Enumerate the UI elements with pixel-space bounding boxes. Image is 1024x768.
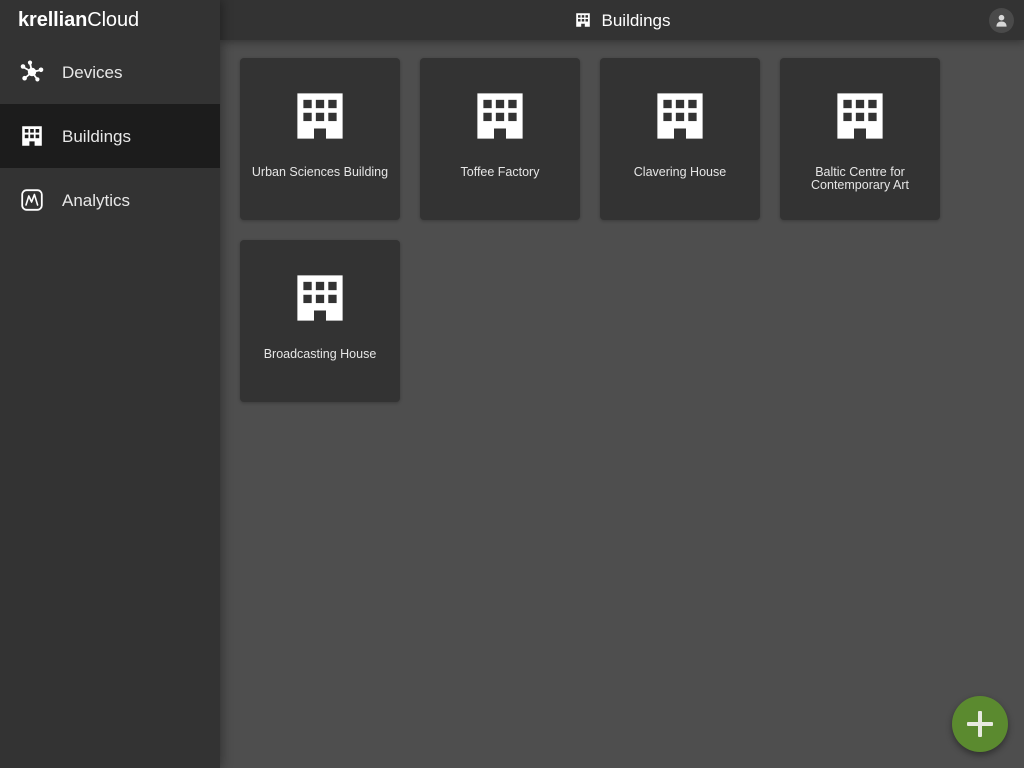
- top-header: Buildings: [220, 0, 1024, 40]
- add-building-button[interactable]: [952, 696, 1008, 752]
- page-title: Buildings: [601, 10, 671, 30]
- building-card[interactable]: Toffee Factory: [420, 58, 580, 220]
- building-icon: [290, 268, 350, 328]
- building-card-label: Broadcasting House: [263, 347, 377, 361]
- building-card[interactable]: Broadcasting House: [240, 240, 400, 402]
- building-card[interactable]: Urban Sciences Building: [240, 58, 400, 220]
- building-icon: [18, 122, 46, 150]
- app-root: krellian Cloud Devices Buildings Analyti…: [0, 0, 1024, 768]
- brand-name-strong: krellian: [18, 8, 88, 31]
- analytics-chart-icon: [18, 186, 46, 214]
- building-icon: [574, 11, 592, 29]
- building-card-label: Clavering House: [633, 165, 727, 179]
- building-card[interactable]: Baltic Centre for Contemporary Art: [780, 58, 940, 220]
- sidebar: krellian Cloud Devices Buildings Analyti…: [0, 0, 220, 768]
- brand-logo: krellian Cloud: [0, 0, 220, 40]
- sidebar-item-analytics[interactable]: Analytics: [0, 168, 220, 232]
- building-card-label: Toffee Factory: [460, 165, 540, 179]
- devices-hub-icon: [18, 58, 46, 86]
- building-icon: [830, 86, 890, 146]
- user-avatar-icon[interactable]: [989, 8, 1014, 33]
- header-title-group: Buildings: [574, 11, 671, 29]
- sidebar-item-devices[interactable]: Devices: [0, 40, 220, 104]
- sidebar-item-label-devices: Devices: [62, 62, 123, 82]
- building-icon: [650, 86, 710, 146]
- building-card-label: Urban Sciences Building: [251, 165, 389, 179]
- sidebar-item-buildings[interactable]: Buildings: [0, 104, 220, 168]
- main-content: Urban Sciences Building Toffee Factory Cla…: [220, 40, 1024, 768]
- building-card-label: Baltic Centre for Contemporary Art: [811, 165, 909, 192]
- plus-icon: [967, 711, 993, 737]
- building-icon: [470, 86, 530, 146]
- sidebar-item-label-analytics: Analytics: [62, 190, 131, 210]
- building-icon: [290, 86, 350, 146]
- buildings-grid: Urban Sciences Building Toffee Factory Cla…: [220, 40, 1004, 402]
- building-card[interactable]: Clavering House: [600, 58, 760, 220]
- sidebar-item-label-buildings: Buildings: [62, 126, 131, 146]
- brand-name-light: Cloud: [87, 8, 140, 31]
